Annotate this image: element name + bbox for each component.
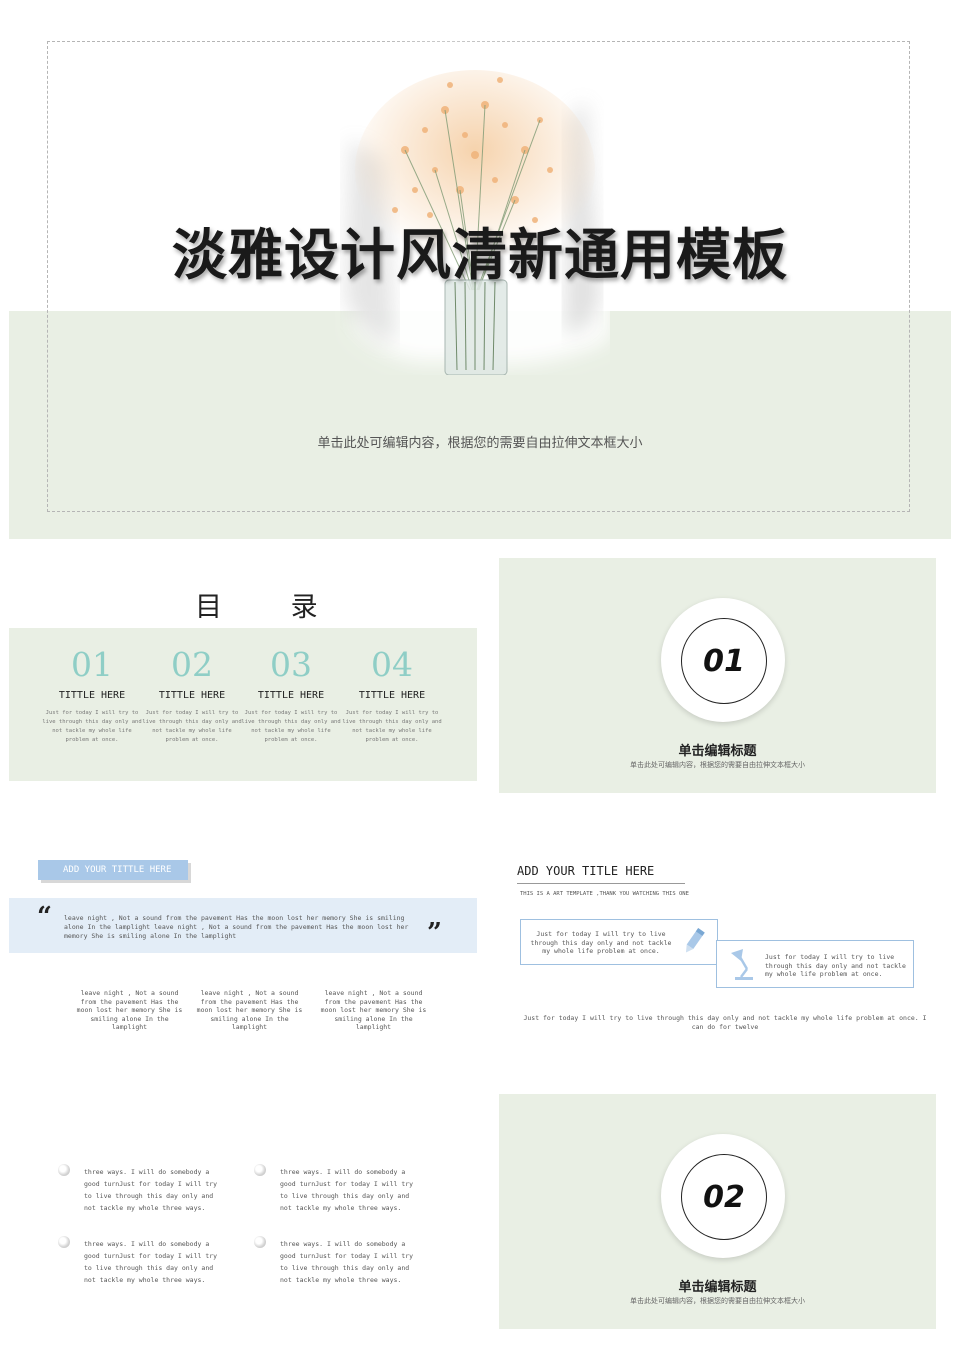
- section-title: 单击编辑标题: [678, 744, 757, 759]
- contents-item-02: 02 TITTLE HERE Just for today I will try…: [142, 645, 242, 745]
- section-card-01: 01 单击编辑标题 单击此处可编辑内容，根据您的需要自由拉伸文本框大小: [499, 558, 936, 793]
- contents-item-number: 02: [171, 645, 213, 684]
- section-number-circle: 01: [661, 598, 785, 722]
- bottom-text: Just for today I will try to live throug…: [523, 1014, 927, 1031]
- info-box-1: Just for today I will try to live throug…: [520, 919, 718, 965]
- pencil-icon: [685, 928, 705, 953]
- text-column-3: leave night , Not a sound from the pavem…: [320, 989, 427, 1031]
- flower-vase-illustration: [335, 40, 610, 376]
- main-title: 淡雅设计风清新通用模板: [171, 223, 788, 287]
- contents-item-label: TITTLE HERE: [158, 690, 226, 701]
- slide-subtitle: THIS IS A ART TEMPLATE ,THANK YOU WATCHI…: [520, 891, 689, 897]
- bullet-icon: [58, 1236, 70, 1248]
- section-tag: ADD YOUR TITTLE HERE: [38, 860, 188, 880]
- contents-item-03: 03 TITTLE HERE Just for today I will try…: [241, 645, 341, 745]
- contents-item-label: TITTLE HERE: [58, 690, 126, 701]
- section-number-circle: 02: [661, 1134, 785, 1258]
- bullet-text-1: three ways. I will do somebody a good tu…: [84, 1168, 218, 1212]
- quote-close-icon: ”: [427, 918, 442, 948]
- contents-item-desc: Just for today I will try to live throug…: [42, 710, 142, 743]
- contents-item-label: TITTLE HERE: [358, 690, 426, 701]
- text-column-1: leave night , Not a sound from the pavem…: [76, 989, 183, 1031]
- bullet-text-3: three ways. I will do somebody a good tu…: [84, 1240, 218, 1284]
- contents-item-number: 03: [270, 645, 312, 684]
- info-box-text: Just for today I will try to live throug…: [765, 953, 906, 978]
- section-number: 02: [681, 1154, 767, 1240]
- quote-open-icon: “: [37, 902, 52, 932]
- title-underline: [517, 883, 685, 884]
- contents-item-desc: Just for today I will try to live throug…: [342, 710, 442, 743]
- quote-text: leave night , Not a sound from the pavem…: [64, 914, 409, 940]
- main-subtitle: 单击此处可编辑内容，根据您的需要自由拉伸文本框大小: [317, 436, 643, 451]
- section-subtitle: 单击此处可编辑内容，根据您的需要自由拉伸文本框大小: [630, 1297, 805, 1305]
- bullet-icon: [254, 1236, 266, 1248]
- contents-item-04: 04 TITTLE HERE Just for today I will try…: [342, 645, 442, 745]
- section-number: 01: [681, 618, 767, 704]
- desk-lamp-icon: [731, 949, 753, 980]
- contents-item-number: 04: [371, 645, 413, 684]
- contents-item-label: TITTLE HERE: [257, 690, 325, 701]
- contents-title: 目 录: [195, 592, 348, 623]
- text-column-2: leave night , Not a sound from the pavem…: [196, 989, 303, 1031]
- contents-item-01: 01 TITTLE HERE Just for today I will try…: [42, 645, 142, 745]
- contents-item-desc: Just for today I will try to live throug…: [142, 710, 242, 743]
- slide-title: ADD YOUR TITLE HERE: [517, 864, 655, 878]
- info-box-text: Just for today I will try to live throug…: [530, 930, 672, 955]
- section-title: 单击编辑标题: [678, 1280, 757, 1295]
- bullet-icon: [58, 1164, 70, 1176]
- contents-item-number: 01: [71, 645, 113, 684]
- bullet-text-4: three ways. I will do somebody a good tu…: [280, 1240, 414, 1284]
- contents-item-desc: Just for today I will try to live throug…: [241, 710, 341, 743]
- bullet-icon: [254, 1164, 266, 1176]
- bullet-text-2: three ways. I will do somebody a good tu…: [280, 1168, 414, 1212]
- info-box-2: Just for today I will try to live throug…: [716, 940, 914, 988]
- section-subtitle: 单击此处可编辑内容，根据您的需要自由拉伸文本框大小: [630, 761, 805, 769]
- section-card-02: 02 单击编辑标题 单击此处可编辑内容，根据您的需要自由拉伸文本框大小: [499, 1094, 936, 1329]
